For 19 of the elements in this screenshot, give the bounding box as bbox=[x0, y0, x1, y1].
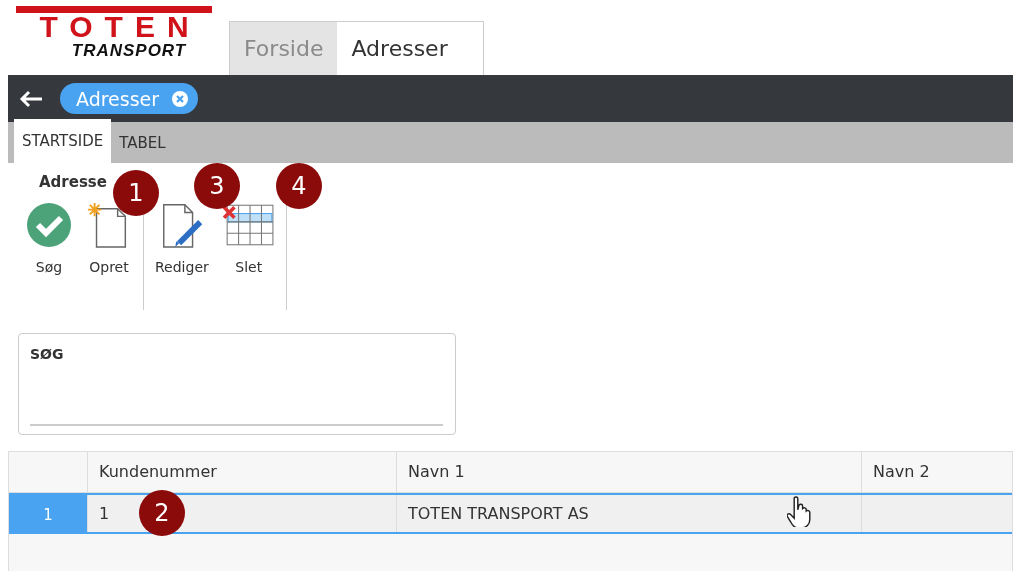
callout-badge: 1 bbox=[113, 170, 159, 216]
back-arrow-icon[interactable] bbox=[18, 88, 44, 109]
close-icon[interactable] bbox=[171, 89, 190, 108]
ribbon-tab[interactable]: STARTSIDE bbox=[14, 119, 112, 163]
hand-cursor-icon bbox=[787, 495, 811, 527]
row-number: 1 bbox=[9, 495, 88, 532]
column-header[interactable]: Navn 2 bbox=[862, 452, 1013, 492]
group-label: Adresse bbox=[39, 173, 107, 191]
logo-subtitle: TRANSPORT bbox=[71, 41, 187, 61]
callout-badge: 4 bbox=[276, 163, 322, 209]
logo-text: TOTEN bbox=[39, 13, 201, 41]
search-field[interactable]: SØG bbox=[18, 333, 456, 435]
search-label: SØG bbox=[30, 346, 65, 362]
ribbon-tab[interactable]: TABEL bbox=[111, 122, 174, 163]
breadcrumb-label: Adresser bbox=[76, 87, 160, 110]
ribbon-button[interactable]: Søg bbox=[22, 201, 76, 275]
check-icon bbox=[26, 201, 72, 249]
column-header[interactable]: Navn 1 bbox=[397, 452, 862, 492]
callout-badge: 3 bbox=[194, 163, 240, 209]
